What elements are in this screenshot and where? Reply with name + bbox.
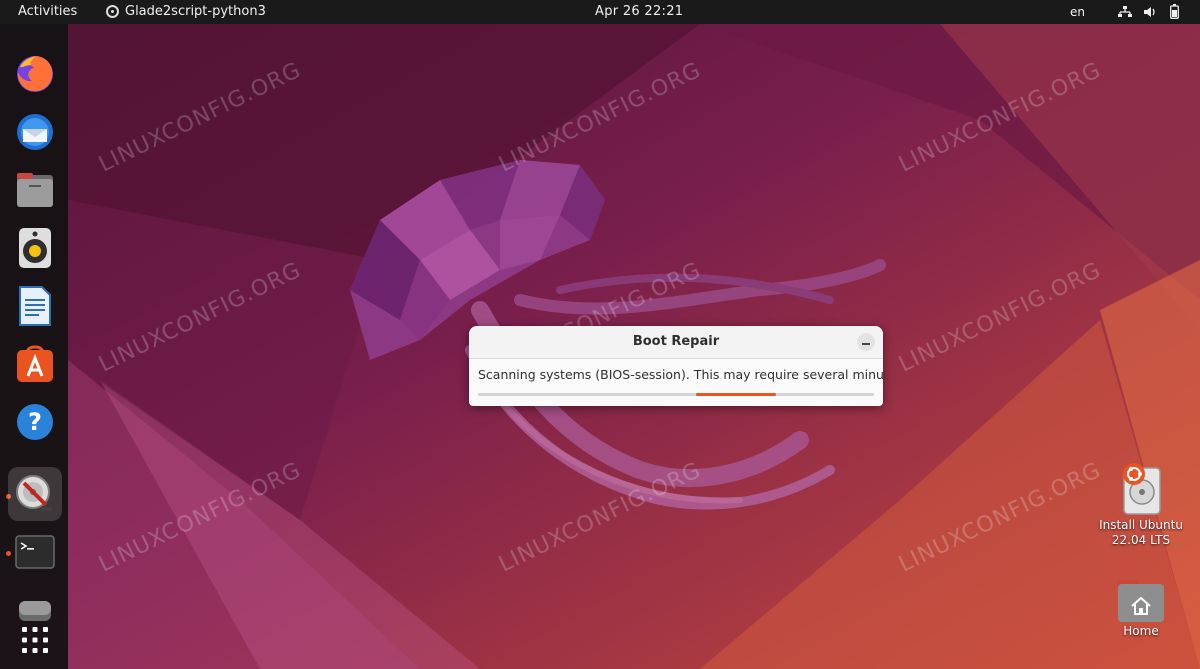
grid-icon: [22, 627, 48, 653]
volume-icon[interactable]: [1143, 5, 1157, 19]
app-menu-label: Glade2script-python3: [125, 4, 266, 19]
desktop-icon-label: Install Ubuntu: [1099, 518, 1183, 532]
install-ubuntu-icon: [1123, 463, 1161, 515]
progress-pulse: [696, 393, 776, 396]
dialog-title: Boot Repair: [632, 334, 720, 349]
svg-text:?: ?: [28, 408, 42, 436]
dock-item-boot-repair[interactable]: [8, 467, 62, 521]
show-apps-button[interactable]: [8, 613, 62, 667]
firefox-icon: [17, 56, 53, 92]
activities-button[interactable]: Activities: [18, 4, 77, 19]
app-center-icon: [17, 345, 53, 382]
boot-repair-dialog: Boot Repair Scanning systems (BIOS-sessi…: [469, 326, 883, 406]
dialog-message: Scanning systems (BIOS-session). This ma…: [478, 367, 883, 382]
progress-bar: [478, 393, 874, 396]
help-icon: ?: [17, 404, 53, 440]
dock-item-help[interactable]: ?: [8, 395, 62, 449]
desktop-icon-label: 22.04 LTS: [1111, 533, 1171, 547]
app-menu-icon: [106, 5, 119, 18]
dock: ?: [0, 24, 68, 669]
dock-item-terminal[interactable]: [8, 525, 62, 579]
home-folder-icon: [1118, 580, 1164, 622]
writer-icon: [19, 286, 51, 326]
clock[interactable]: Apr 26 22:21: [595, 4, 683, 19]
app-menu[interactable]: Glade2script-python3: [106, 4, 266, 19]
dialog-titlebar[interactable]: Boot Repair: [469, 326, 883, 359]
network-icon[interactable]: [1118, 6, 1132, 18]
files-icon: [17, 173, 53, 207]
minimize-button[interactable]: [857, 333, 875, 351]
dock-item-thunderbird[interactable]: [8, 105, 62, 159]
thunderbird-icon: [17, 114, 53, 150]
dock-item-firefox[interactable]: [8, 47, 62, 101]
desktop-icon-label: Home: [1123, 624, 1159, 638]
rhythmbox-icon: [19, 228, 51, 268]
top-bar: Activities Glade2script-python3 Apr 26 2…: [0, 0, 1200, 24]
dock-item-files[interactable]: [8, 163, 62, 217]
desktop-icon-install-ubuntu[interactable]: Install Ubuntu 22.04 LTS: [1096, 462, 1186, 548]
minimize-icon: [862, 343, 870, 345]
battery-icon[interactable]: [1170, 4, 1179, 19]
dock-item-app-center[interactable]: [8, 337, 62, 391]
terminal-icon: [15, 535, 55, 569]
dock-item-rhythmbox[interactable]: [8, 221, 62, 275]
desktop-icon-home[interactable]: Home: [1100, 578, 1182, 639]
dock-item-writer[interactable]: [8, 279, 62, 333]
keyboard-layout-indicator[interactable]: en: [1070, 5, 1085, 19]
boot-repair-icon: [16, 475, 52, 511]
